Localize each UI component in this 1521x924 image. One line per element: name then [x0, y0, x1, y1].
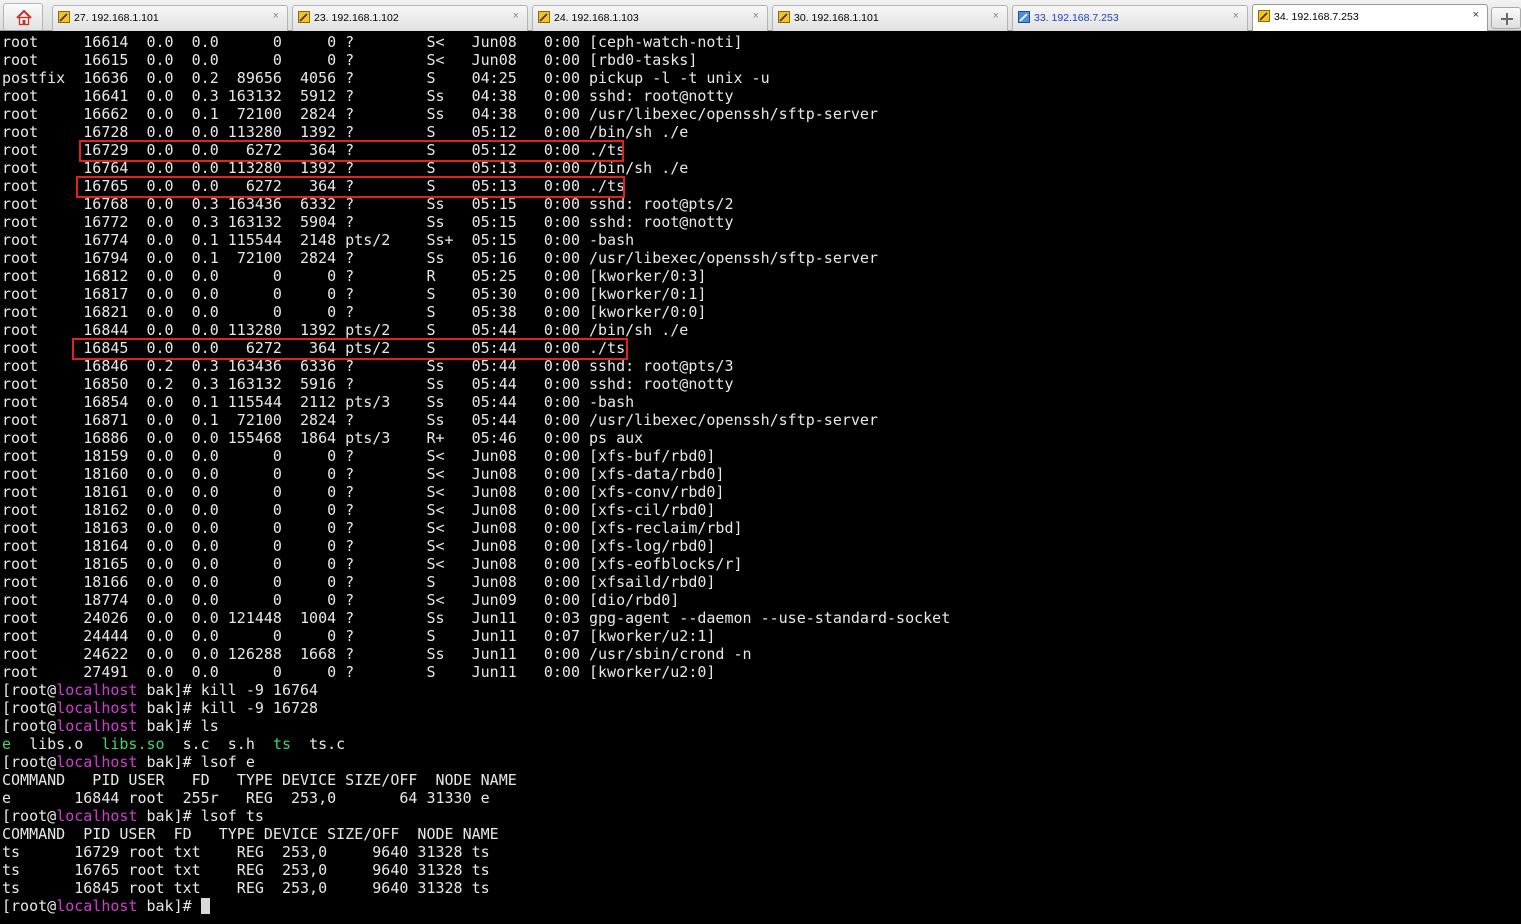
close-icon[interactable]: × — [1233, 10, 1239, 22]
ps-row: root 16794 0.0 0.1 72100 2824 ? Ss 05:16… — [2, 249, 878, 267]
lsof-header: COMMAND PID USER FD TYPE DEVICE SIZE/OFF… — [2, 825, 499, 843]
terminal-output[interactable]: root 16614 0.0 0.0 0 0 ? S< Jun08 0:00 [… — [0, 31, 1521, 924]
session-tab-bar: 27. 192.168.1.101 × 23. 192.168.1.102 × … — [0, 0, 1521, 31]
prompt-line[interactable]: [root@localhost bak]# — [2, 897, 210, 915]
terminal-icon — [538, 11, 550, 23]
ps-row: root 18774 0.0 0.0 0 0 ? S< Jun09 0:00 [… — [2, 591, 680, 609]
ps-row: root 16614 0.0 0.0 0 0 ? S< Jun08 0:00 [… — [2, 33, 743, 51]
ps-row: root 16871 0.0 0.1 72100 2824 ? Ss 05:44… — [2, 411, 878, 429]
ps-row: root 16615 0.0 0.0 0 0 ? S< Jun08 0:00 [… — [2, 51, 698, 69]
ps-row: root 16728 0.0 0.0 113280 1392 ? S 05:12… — [2, 123, 689, 141]
ps-row: root 16844 0.0 0.0 113280 1392 pts/2 S 0… — [2, 321, 689, 339]
prompt-line: [root@localhost bak]# ls — [2, 717, 219, 735]
highlight-box — [76, 176, 625, 198]
lsof-row: ts 16729 root txt REG 253,0 9640 31328 t… — [2, 843, 490, 861]
ps-row: root 18159 0.0 0.0 0 0 ? S< Jun08 0:00 [… — [2, 447, 716, 465]
tab-23[interactable]: 23. 192.168.1.102 × — [292, 5, 528, 31]
tab-33[interactable]: 33. 192.168.7.253 × — [1012, 5, 1248, 31]
plus-icon — [1501, 13, 1513, 25]
highlight-box — [79, 140, 624, 162]
ps-row: root 18160 0.0 0.0 0 0 ? S< Jun08 0:00 [… — [2, 465, 725, 483]
terminal-icon — [778, 11, 790, 23]
tab-label: 30. 192.168.1.101 — [794, 12, 879, 24]
close-icon[interactable]: × — [1473, 9, 1479, 21]
lsof-row: e 16844 root 255r REG 253,0 64 31330 e — [2, 789, 490, 807]
ps-row: root 16817 0.0 0.0 0 0 ? S 05:30 0:00 [k… — [2, 285, 707, 303]
terminal-icon — [58, 11, 70, 23]
ps-row: root 27491 0.0 0.0 0 0 ? S Jun11 0:00 [k… — [2, 663, 716, 681]
lsof-row: ts 16845 root txt REG 253,0 9640 31328 t… — [2, 879, 490, 897]
ps-row: root 16774 0.0 0.1 115544 2148 pts/2 Ss+… — [2, 231, 635, 249]
tab-label: 23. 192.168.1.102 — [314, 12, 399, 24]
new-tab-button[interactable] — [1491, 7, 1521, 29]
ls-output: e libs.o libs.so s.c s.h ts ts.c — [2, 735, 346, 753]
tab-24[interactable]: 24. 192.168.1.103 × — [532, 5, 768, 31]
command-text: kill -9 16764 — [200, 681, 319, 699]
prompt-line: [root@localhost bak]# lsof ts — [2, 807, 264, 825]
ps-row: root 18164 0.0 0.0 0 0 ? S< Jun08 0:00 [… — [2, 537, 716, 555]
ps-row: root 24622 0.0 0.0 126288 1668 ? Ss Jun1… — [2, 645, 752, 663]
ps-row: root 18162 0.0 0.0 0 0 ? S< Jun08 0:00 [… — [2, 501, 716, 519]
prompt-line: [root@localhost bak]# kill -9 16728 — [2, 699, 319, 717]
terminal-icon — [298, 11, 310, 23]
command-text: lsof e — [200, 753, 255, 771]
command-text: kill -9 16728 — [200, 699, 319, 717]
ps-row: root 18163 0.0 0.0 0 0 ? S< Jun08 0:00 [… — [2, 519, 743, 537]
highlight-box — [72, 338, 628, 360]
close-icon[interactable]: × — [513, 10, 519, 22]
terminal-icon — [1018, 11, 1030, 23]
ps-row: root 24026 0.0 0.0 121448 1004 ? Ss Jun1… — [2, 609, 951, 627]
lsof-header: COMMAND PID USER FD TYPE DEVICE SIZE/OFF… — [2, 771, 517, 789]
close-icon[interactable]: × — [993, 10, 999, 22]
ps-row: root 16641 0.0 0.3 163132 5912 ? Ss 04:3… — [2, 87, 734, 105]
ps-row: root 16854 0.0 0.1 115544 2112 pts/3 Ss … — [2, 393, 635, 411]
text-cursor — [200, 898, 210, 914]
tab-34[interactable]: 34. 192.168.7.253 × — [1252, 4, 1488, 31]
prompt-line: [root@localhost bak]# lsof e — [2, 753, 255, 771]
home-button[interactable] — [3, 3, 43, 30]
ps-row: root 24444 0.0 0.0 0 0 ? S Jun11 0:07 [k… — [2, 627, 716, 645]
command-text: ls — [200, 717, 219, 735]
ps-row: postfix 16636 0.0 0.2 89656 4056 ? S 04:… — [2, 69, 770, 87]
ps-row: root 16812 0.0 0.0 0 0 ? R 05:25 0:00 [k… — [2, 267, 707, 285]
tab-label: 33. 192.168.7.253 — [1034, 12, 1119, 24]
ps-row: root 18165 0.0 0.0 0 0 ? S< Jun08 0:00 [… — [2, 555, 743, 573]
terminal-icon — [1258, 10, 1270, 22]
prompt-line: [root@localhost bak]# kill -9 16764 — [2, 681, 319, 699]
ps-row: root 18161 0.0 0.0 0 0 ? S< Jun08 0:00 [… — [2, 483, 725, 501]
ps-row: root 16886 0.0 0.0 155468 1864 pts/3 R+ … — [2, 429, 644, 447]
tab-27[interactable]: 27. 192.168.1.101 × — [52, 5, 288, 31]
ps-row: root 18166 0.0 0.0 0 0 ? S Jun08 0:00 [x… — [2, 573, 716, 591]
lsof-row: ts 16765 root txt REG 253,0 9640 31328 t… — [2, 861, 490, 879]
command-text: lsof ts — [200, 807, 264, 825]
tab-30[interactable]: 30. 192.168.1.101 × — [772, 5, 1008, 31]
close-icon[interactable]: × — [273, 10, 279, 22]
tab-label: 27. 192.168.1.101 — [74, 12, 159, 24]
ps-row: root 16850 0.2 0.3 163132 5916 ? Ss 05:4… — [2, 375, 734, 393]
home-icon — [16, 9, 32, 26]
close-icon[interactable]: × — [753, 10, 759, 22]
ps-row: root 16821 0.0 0.0 0 0 ? S 05:38 0:00 [k… — [2, 303, 707, 321]
tab-label: 34. 192.168.7.253 — [1274, 11, 1359, 23]
ps-row: root 16662 0.0 0.1 72100 2824 ? Ss 04:38… — [2, 105, 878, 123]
ps-row: root 16772 0.0 0.3 163132 5904 ? Ss 05:1… — [2, 213, 734, 231]
tab-label: 24. 192.168.1.103 — [554, 12, 639, 24]
